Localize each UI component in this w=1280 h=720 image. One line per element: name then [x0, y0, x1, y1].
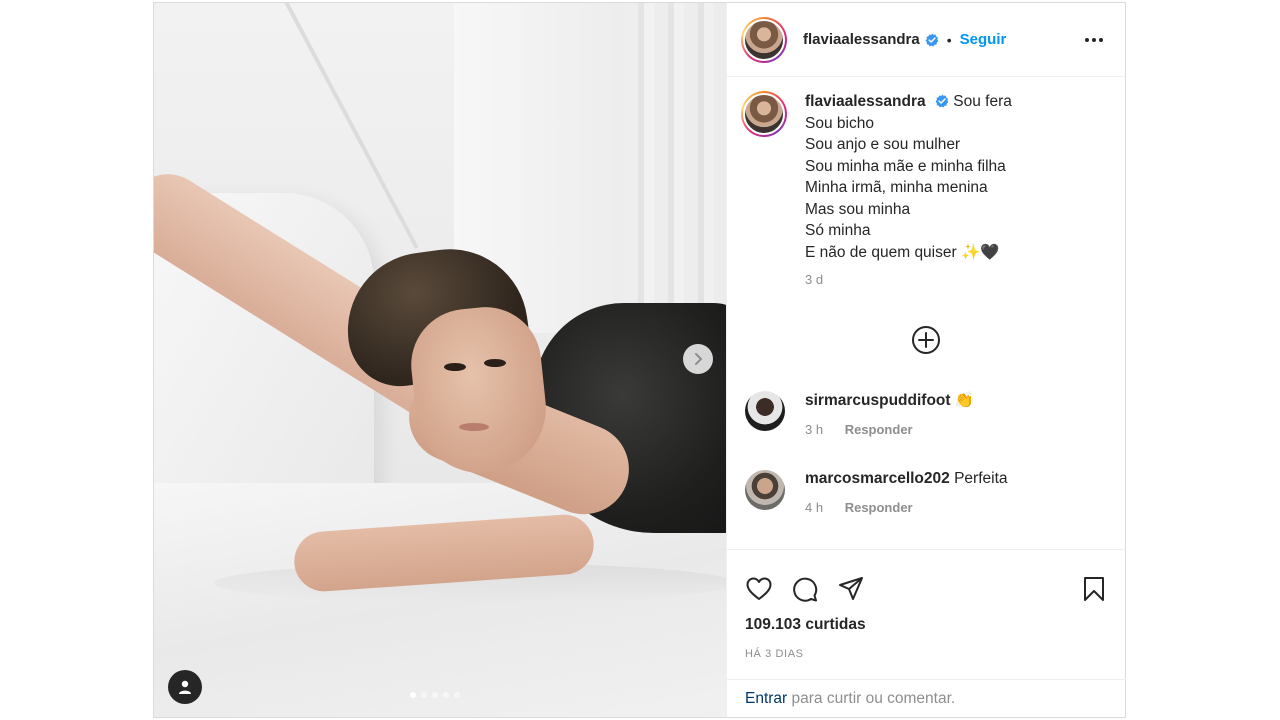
- login-link[interactable]: Entrar: [745, 690, 787, 707]
- caption-line: E não de quem quiser ✨🖤: [805, 243, 1000, 261]
- user-tags-button[interactable]: [168, 670, 202, 704]
- comment-line: marcosmarcello202 Perfeita: [805, 470, 1008, 488]
- comment-meta: 4 h Responder: [805, 500, 1008, 515]
- login-prompt-text: para curtir ou comentar.: [787, 690, 956, 707]
- carousel-dot-1: [410, 692, 416, 698]
- caption-line: Sou minha mãe e minha filha: [805, 157, 1006, 175]
- likes-count[interactable]: 109.103 curtidas: [727, 610, 1126, 634]
- caption-line: Minha irmã, minha menina: [805, 179, 988, 196]
- photo-lips: [459, 423, 489, 431]
- caption-line: Sou bicho: [805, 114, 874, 132]
- user-tag-icon: [179, 680, 191, 694]
- carousel-dot-3: [432, 692, 438, 698]
- caption-line: flaviaalessandra Sou fera: [805, 91, 1012, 113]
- carousel-dot-2: [421, 692, 427, 698]
- caption-text: flaviaalessandra Sou fera Sou bicho Sou …: [805, 91, 1012, 291]
- commenter-avatar[interactable]: [745, 391, 785, 431]
- action-icons-row: [727, 550, 1126, 610]
- comment-text: Perfeita: [954, 470, 1008, 487]
- more-options-icon[interactable]: [1085, 37, 1103, 42]
- bookmark-icon[interactable]: [1080, 575, 1108, 603]
- comment-body: sirmarcuspuddifoot 👏 3 h Responder: [805, 391, 974, 437]
- post-header: flaviaalessandra • Seguir: [727, 3, 1125, 77]
- carousel-next-button[interactable]: [683, 344, 713, 374]
- more-dot: [1099, 37, 1103, 42]
- comment-body: marcosmarcello202 Perfeita 4 h Responder: [805, 470, 1008, 515]
- login-prompt: Entrar para curtir ou comentar.: [727, 679, 1126, 717]
- carousel-dot-5: [454, 692, 460, 698]
- post-container: flaviaalessandra • Seguir flaviaalessand…: [153, 2, 1126, 718]
- comment-icon[interactable]: [791, 575, 819, 603]
- author-username[interactable]: flaviaalessandra: [803, 31, 920, 48]
- plus-circle-icon[interactable]: [911, 325, 941, 355]
- post-caption: flaviaalessandra Sou fera Sou bicho Sou …: [741, 91, 1012, 291]
- author-avatar[interactable]: [741, 16, 787, 63]
- caption-avatar-image: [743, 93, 785, 135]
- post-photo[interactable]: [154, 3, 726, 717]
- caption-timestamp[interactable]: 3 d: [805, 269, 1012, 291]
- send-icon[interactable]: [837, 575, 865, 603]
- caption-line-text: Sou fera: [953, 93, 1012, 110]
- caption-line: Mas sou minha: [805, 200, 911, 218]
- author-avatar-image: [743, 18, 785, 61]
- photo-curtain: [624, 3, 726, 333]
- header-separator: •: [946, 31, 952, 48]
- comment-line: sirmarcuspuddifoot 👏: [805, 391, 974, 410]
- follow-button[interactable]: Seguir: [960, 31, 1007, 48]
- verified-badge-icon: [935, 94, 949, 108]
- comment-username[interactable]: marcosmarcello202: [805, 470, 950, 487]
- photo-eye-right: [484, 359, 506, 367]
- caption-line: Sou anjo e sou mulher: [805, 136, 961, 153]
- more-dot: [1092, 37, 1096, 42]
- comment-time: 4 h: [805, 500, 824, 515]
- heart-icon[interactable]: [745, 575, 773, 603]
- post-actions: 109.103 curtidas HÁ 3 DIAS Entrar para c…: [727, 549, 1126, 717]
- comment-time: 3 h: [805, 422, 824, 437]
- comment-meta: 3 h Responder: [805, 422, 974, 437]
- comment-text: 👏: [954, 392, 975, 409]
- more-dot: [1085, 37, 1089, 42]
- reply-button[interactable]: Responder: [845, 500, 913, 515]
- comment-username[interactable]: sirmarcuspuddifoot: [805, 392, 951, 409]
- caption-username[interactable]: flaviaalessandra: [805, 93, 926, 110]
- caption-line: Só minha: [805, 222, 871, 239]
- commenter-avatar[interactable]: [745, 470, 785, 510]
- reply-button[interactable]: Responder: [845, 422, 913, 437]
- photo-eye-left: [444, 363, 466, 371]
- caption-avatar[interactable]: [741, 91, 787, 137]
- comment-item: marcosmarcello202 Perfeita 4 h Responder: [745, 470, 1008, 515]
- carousel-dot-4: [443, 692, 449, 698]
- verified-badge-icon: [925, 33, 939, 46]
- comment-item: sirmarcuspuddifoot 👏 3 h Responder: [745, 391, 974, 437]
- comments-section: flaviaalessandra Sou fera Sou bicho Sou …: [727, 77, 1126, 549]
- chevron-right-icon: [695, 353, 702, 365]
- post-date: HÁ 3 DIAS: [745, 648, 804, 660]
- post-side-panel: flaviaalessandra • Seguir flaviaalessand…: [726, 3, 1126, 717]
- carousel-indicator: [410, 692, 460, 698]
